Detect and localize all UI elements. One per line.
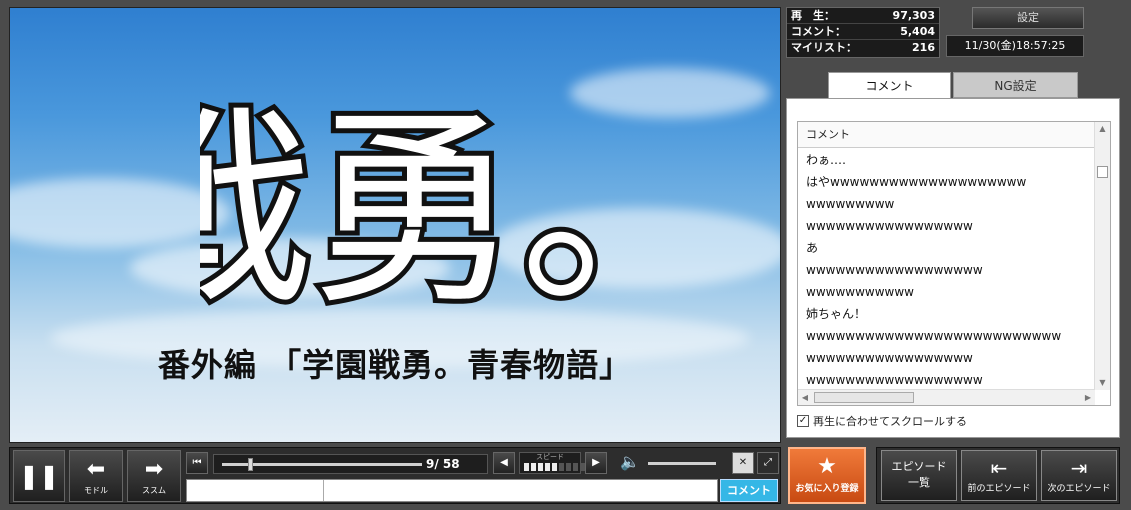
back-label: モドル	[84, 486, 108, 495]
comment-command-divider	[323, 480, 324, 501]
scroll-thumb-horizontal[interactable]	[814, 392, 914, 403]
scroll-down-icon[interactable]: ▼	[1095, 376, 1110, 390]
episode-subtitle: 番外編 「学園戦勇。青春物語」	[157, 346, 633, 384]
episode-navigation: エピソード 一覧 ⇤ 前のエピソード ⇥ 次のエピソード	[876, 447, 1120, 504]
chevron-right-icon: ▶	[592, 457, 600, 468]
seek-handle[interactable]	[248, 458, 253, 471]
volume-slider[interactable]	[648, 462, 716, 465]
forward-label: ススム	[142, 486, 166, 495]
comment-list-body: わぁ‥‥ はやwwwwwwwwwwwwwwwwwwww wwwwwwwww ww…	[798, 149, 1094, 389]
speed-level-bar	[531, 463, 536, 471]
list-item[interactable]: 姉ちゃん！	[798, 303, 1094, 325]
scroll-left-icon[interactable]: ◀	[798, 390, 812, 405]
speed-level-bar	[545, 463, 550, 471]
back-button[interactable]: ⬅ モドル	[69, 450, 123, 502]
views-row: 再 生： 97,303	[787, 8, 939, 24]
prev-episode-icon: ⇤	[990, 456, 1008, 480]
title-logo-text: 戦勇。	[200, 88, 630, 328]
next-episode-label: 次のエピソード	[1047, 484, 1111, 494]
horizontal-scrollbar[interactable]: ◀ ▶	[798, 389, 1095, 405]
episode-list-line1: エピソード	[891, 460, 947, 473]
comments-row: コメント： 5,404	[787, 24, 939, 40]
playback-time: 9/ 58	[426, 457, 460, 471]
cloud	[10, 178, 230, 248]
settings-button[interactable]: 設定	[972, 7, 1084, 29]
list-item[interactable]: wwwwwwwwwww	[798, 281, 1094, 303]
autoscroll-checkbox[interactable]: ✓	[797, 415, 809, 427]
episode-list-button[interactable]: エピソード 一覧	[881, 450, 957, 501]
hide-comments-button[interactable]: ✕	[732, 452, 754, 474]
comments-label: コメント：	[791, 25, 846, 38]
speed-level-bar	[552, 463, 557, 471]
autoscroll-label: 再生に合わせてスクロールする	[813, 415, 967, 428]
speed-level-meter	[524, 463, 592, 471]
list-item[interactable]: wwwwwwwwwwwwwwwww	[798, 347, 1094, 369]
speed-level-bar	[559, 463, 564, 471]
pause-icon: ❚❚	[18, 462, 60, 490]
seek-bar[interactable]: 9/ 58	[213, 454, 488, 474]
seek-row: ⏮ 9/ 58 ◀ スピード ▶ 🔈 ✕ ⤢	[186, 452, 779, 476]
comment-panel: コメント わぁ‥‥ はやwwwwwwwwwwwwwwwwwwww wwwwwww…	[786, 98, 1120, 438]
fullscreen-button[interactable]: ⤢	[757, 452, 779, 474]
speed-control: スピード	[519, 452, 592, 474]
arrow-right-icon: ➡	[144, 457, 164, 482]
list-item[interactable]: はやwwwwwwwwwwwwwwwwwwww	[798, 171, 1094, 193]
video-screen[interactable]: 戦勇。 番外編 「学園戦勇。青春物語」	[9, 7, 781, 443]
comment-list-header[interactable]: コメント	[798, 122, 1110, 148]
volume-button[interactable]: 🔈	[619, 452, 641, 474]
prev-episode-button[interactable]: ⇤ 前のエピソード	[961, 450, 1037, 501]
list-item[interactable]: あ	[798, 237, 1094, 259]
speed-label: スピード	[536, 453, 564, 461]
episode-list-line2: 一覧	[908, 476, 930, 489]
list-item[interactable]: wwwwwwwwwwwwwwwwww	[798, 259, 1094, 281]
views-label: 再 生：	[791, 9, 835, 22]
skip-start-icon: ⏮	[192, 457, 202, 468]
player-controls: ❚❚ ⬅ モドル ➡ ススム ⏮ 9/ 58 ◀ スピード ▶ 🔈 ✕ ⤢ コメ…	[9, 447, 781, 504]
list-item[interactable]: wwwwwwwwwwwwwwwww	[798, 215, 1094, 237]
speed-up-button[interactable]: ▶	[585, 452, 607, 474]
list-item[interactable]: wwwwwwwww	[798, 193, 1094, 215]
comment-list[interactable]: コメント わぁ‥‥ はやwwwwwwwwwwwwwwwwwwww wwwwwww…	[797, 121, 1111, 406]
forward-button[interactable]: ➡ ススム	[127, 450, 181, 502]
tab-comment[interactable]: コメント	[828, 72, 951, 98]
speed-level-bar	[573, 463, 578, 471]
close-icon: ✕	[738, 457, 748, 468]
views-count: 97,303	[892, 9, 935, 22]
favorite-label: お気に入り登録	[795, 484, 859, 494]
title-logo: 戦勇。	[200, 83, 630, 328]
video-stats: 再 生： 97,303 コメント： 5,404 マイリスト： 216	[786, 7, 940, 58]
next-episode-button[interactable]: ⇥ 次のエピソード	[1041, 450, 1117, 501]
scroll-right-icon[interactable]: ▶	[1081, 390, 1095, 405]
vertical-scrollbar[interactable]: ▲ ▼	[1094, 122, 1110, 390]
speed-level-bar	[524, 463, 529, 471]
scroll-up-icon[interactable]: ▲	[1095, 122, 1110, 136]
star-icon: ★	[817, 454, 837, 479]
next-episode-icon: ⇥	[1070, 456, 1088, 480]
list-item[interactable]: wwwwwwwwwwwwwwwwww	[798, 369, 1094, 389]
expand-icon: ⤢	[764, 457, 772, 468]
autoscroll-option[interactable]: ✓ 再生に合わせてスクロールする	[797, 413, 967, 429]
speed-down-button[interactable]: ◀	[493, 452, 515, 474]
mylist-label: マイリスト：	[791, 41, 857, 54]
comments-count: 5,404	[900, 25, 935, 38]
list-item[interactable]: わぁ‥‥	[798, 149, 1094, 171]
scroll-thumb[interactable]	[1097, 166, 1108, 178]
speed-level-bar	[566, 463, 571, 471]
mylist-row: マイリスト： 216	[787, 40, 939, 56]
list-item[interactable]: wwwwwwwwwwwwwwwwwwwwwwwwww	[798, 325, 1094, 347]
mylist-count: 216	[912, 41, 935, 54]
speed-level-bar	[538, 463, 543, 471]
tab-ng-settings[interactable]: NG設定	[953, 72, 1078, 98]
pause-button[interactable]: ❚❚	[13, 450, 65, 502]
prev-episode-label: 前のエピソード	[967, 484, 1031, 494]
skip-to-start-button[interactable]: ⏮	[186, 452, 208, 474]
comment-submit-button[interactable]: コメント	[720, 479, 778, 502]
arrow-left-icon: ⬅	[86, 457, 106, 482]
chevron-left-icon: ◀	[500, 457, 508, 468]
comment-input[interactable]	[186, 479, 718, 502]
speaker-icon: 🔈	[620, 452, 640, 471]
datetime-display: 11/30(金)18:57:25	[946, 35, 1084, 57]
add-favorite-button[interactable]: ★ お気に入り登録	[788, 447, 866, 504]
